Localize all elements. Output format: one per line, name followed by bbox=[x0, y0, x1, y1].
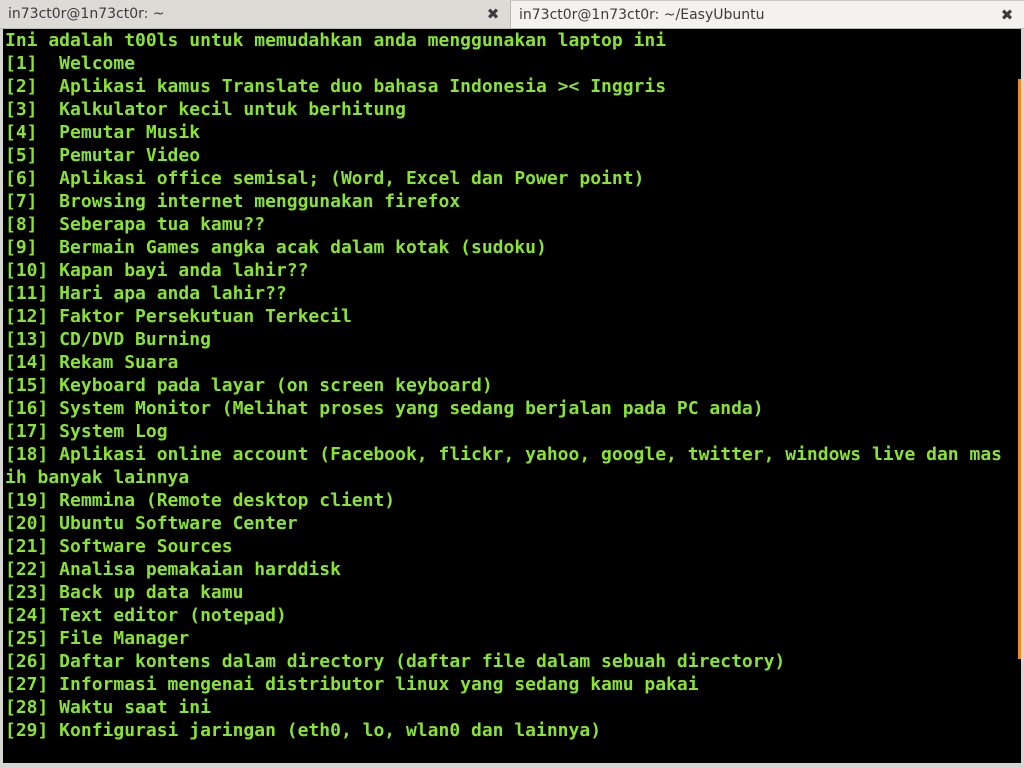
menu-line: [11] Hari apa anda lahir?? bbox=[5, 283, 287, 304]
menu-line: [20] Ubuntu Software Center bbox=[5, 513, 298, 534]
menu-line: [19] Remmina (Remote desktop client) bbox=[5, 490, 396, 511]
menu-line: [22] Analisa pemakaian harddisk bbox=[5, 559, 341, 580]
menu-line: [21] Software Sources bbox=[5, 536, 233, 557]
menu-line: [24] Text editor (notepad) bbox=[5, 605, 287, 626]
menu-line: [2] Aplikasi kamus Translate duo bahasa … bbox=[5, 76, 667, 97]
menu-line: [7] Browsing internet menggunakan firefo… bbox=[5, 191, 461, 212]
menu-line: [15] Keyboard pada layar (on screen keyb… bbox=[5, 375, 493, 396]
menu-line: [18] Aplikasi online account (Facebook, … bbox=[5, 444, 1002, 465]
terminal-screen[interactable]: Ini adalah t00ls untuk memudahkan anda m… bbox=[3, 29, 1021, 763]
menu-line: [3] Kalkulator kecil untuk berhitung bbox=[5, 99, 406, 120]
menu-line: [23] Back up data kamu bbox=[5, 582, 244, 603]
menu-line: [1] Welcome bbox=[5, 53, 136, 74]
scrollbar[interactable] bbox=[1018, 79, 1021, 659]
menu-line: [9] Bermain Games angka acak dalam kotak… bbox=[5, 237, 547, 258]
terminal-header-line: Ini adalah t00ls untuk memudahkan anda m… bbox=[5, 30, 667, 51]
menu-line: [16] System Monitor (Melihat proses yang… bbox=[5, 398, 764, 419]
menu-line: ih banyak lainnya bbox=[5, 467, 190, 488]
menu-line: [10] Kapan bayi anda lahir?? bbox=[5, 260, 309, 281]
menu-line: [4] Pemutar Musik bbox=[5, 122, 201, 143]
menu-line: [13] CD/DVD Burning bbox=[5, 329, 211, 350]
menu-line: [29] Konfigurasi jaringan (eth0, lo, wla… bbox=[5, 720, 602, 741]
terminal-window: in73ct0r@1n73ct0r: ~ ✖ in73ct0r@1n73ct0r… bbox=[0, 0, 1024, 768]
close-icon[interactable]: ✖ bbox=[1000, 1, 1014, 28]
terminal-output: Ini adalah t00ls untuk memudahkan anda m… bbox=[5, 29, 1017, 742]
menu-line: [5] Pemutar Video bbox=[5, 145, 201, 166]
menu-line: [12] Faktor Persekutuan Terkecil bbox=[5, 306, 352, 327]
menu-line: [6] Aplikasi office semisal; (Word, Exce… bbox=[5, 168, 645, 189]
menu-line: [17] System Log bbox=[5, 421, 168, 442]
menu-line: [26] Daftar kontens dalam directory (daf… bbox=[5, 651, 786, 672]
tab-easyubuntu-title: in73ct0r@1n73ct0r: ~/EasyUbuntu bbox=[519, 7, 765, 23]
tab-easyubuntu[interactable]: in73ct0r@1n73ct0r: ~/EasyUbuntu ✖ bbox=[510, 0, 1024, 28]
menu-line: [14] Rekam Suara bbox=[5, 352, 179, 373]
menu-line: [28] Waktu saat ini bbox=[5, 697, 211, 718]
close-icon[interactable]: ✖ bbox=[486, 0, 500, 28]
menu-line: [8] Seberapa tua kamu?? bbox=[5, 214, 266, 235]
tab-bar: in73ct0r@1n73ct0r: ~ ✖ in73ct0r@1n73ct0r… bbox=[0, 0, 1024, 29]
tab-home-title: in73ct0r@1n73ct0r: ~ bbox=[8, 6, 165, 22]
tab-home[interactable]: in73ct0r@1n73ct0r: ~ ✖ bbox=[0, 0, 510, 28]
menu-line: [25] File Manager bbox=[5, 628, 190, 649]
menu-line: [27] Informasi mengenai distributor linu… bbox=[5, 674, 699, 695]
